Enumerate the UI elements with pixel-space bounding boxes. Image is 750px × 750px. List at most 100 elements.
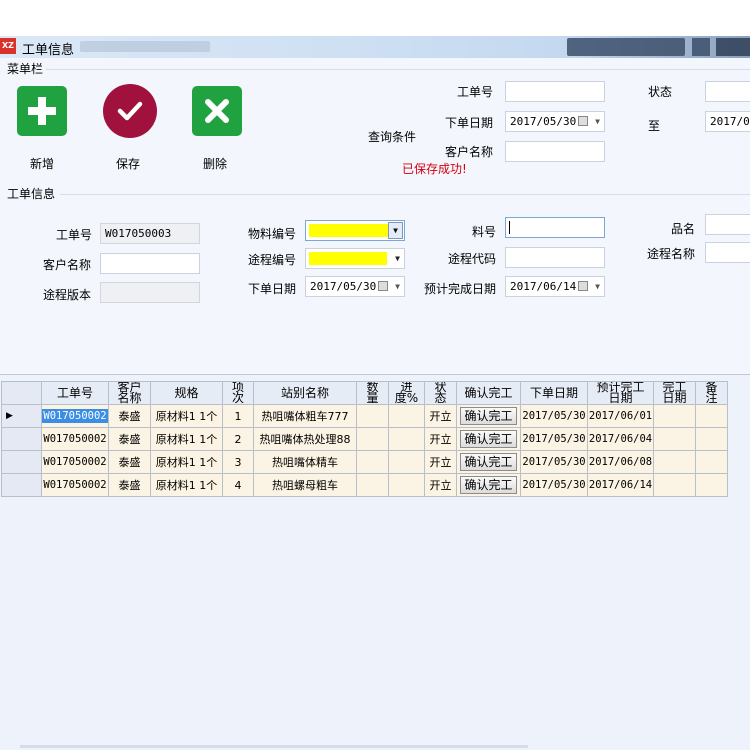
horizontal-scrollbar[interactable] (20, 745, 528, 748)
cell-qty[interactable] (356, 427, 389, 451)
query-customer-input[interactable] (505, 141, 605, 162)
save-button[interactable] (103, 84, 157, 138)
cell-qty[interactable] (356, 450, 389, 474)
info-customer-input[interactable] (100, 253, 200, 274)
window-titlebar[interactable]: XZ 工单信息 (0, 36, 750, 58)
table-row[interactable]: ▶ W017050002 泰盛 原材料1 1个 1 热咀嘴体粗车777 开立 确认完工 2017… (1, 404, 728, 428)
cell-station[interactable]: 热咀嘴体精车 (253, 450, 357, 474)
cell-action[interactable]: 确认完工 (456, 427, 521, 451)
column-header[interactable]: 备 注 (695, 381, 728, 405)
row-header[interactable] (1, 450, 42, 474)
row-header[interactable]: ▶ (1, 404, 42, 428)
cell-spec[interactable]: 原材料1 1个 (150, 427, 223, 451)
confirm-complete-button[interactable]: 确认完工 (460, 407, 517, 425)
column-header[interactable]: 规格 (150, 381, 223, 405)
chevron-down-icon[interactable]: ▼ (395, 249, 400, 268)
info-material-no-combo[interactable]: ▼ (305, 220, 405, 241)
cell-item[interactable]: 3 (222, 450, 254, 474)
cell-progress[interactable] (388, 404, 425, 428)
chevron-down-icon[interactable]: ▼ (595, 112, 600, 131)
column-header[interactable]: 完工 日期 (653, 381, 696, 405)
calendar-icon[interactable] (578, 281, 588, 291)
cell-spec[interactable]: 原材料1 1个 (150, 404, 223, 428)
cell-order-date[interactable]: 2017/05/30 (520, 450, 588, 474)
cell-progress[interactable] (388, 427, 425, 451)
cell-done-date[interactable] (653, 427, 696, 451)
cell-station[interactable]: 热咀嘴体粗车777 (253, 404, 357, 428)
cell-item[interactable]: 1 (222, 404, 254, 428)
table-row[interactable]: W017050002 泰盛 原材料1 1个 3 热咀嘴体精车 开立 确认完工 2017/05/… (1, 450, 728, 474)
query-order-no-input[interactable] (505, 81, 605, 102)
info-due-date-picker[interactable]: 2017/06/14 ▼ (505, 276, 605, 297)
chevron-down-icon[interactable]: ▼ (395, 277, 400, 296)
cell-order-no[interactable]: W017050002 (41, 450, 109, 474)
cell-order-no[interactable]: W017050002 (41, 404, 109, 428)
cell-due-date[interactable]: 2017/06/04 (587, 427, 654, 451)
cell-station[interactable]: 热咀螺母粗车 (253, 473, 357, 497)
chevron-down-icon[interactable]: ▼ (595, 277, 600, 296)
info-route-code-input[interactable] (505, 247, 605, 268)
delete-button[interactable] (192, 86, 242, 136)
cell-order-date[interactable]: 2017/05/30 (520, 427, 588, 451)
confirm-complete-button[interactable]: 确认完工 (460, 430, 517, 448)
table-row[interactable]: W017050002 泰盛 原材料1 1个 4 热咀螺母粗车 开立 确认完工 2017/05/… (1, 473, 728, 497)
cell-customer[interactable]: 泰盛 (108, 450, 151, 474)
add-button[interactable] (17, 86, 67, 136)
cell-action[interactable]: 确认完工 (456, 404, 521, 428)
cell-status[interactable]: 开立 (424, 473, 457, 497)
cell-spec[interactable]: 原材料1 1个 (150, 473, 223, 497)
cell-status[interactable]: 开立 (424, 404, 457, 428)
info-route-name-input[interactable] (705, 242, 750, 263)
cell-customer[interactable]: 泰盛 (108, 404, 151, 428)
cell-qty[interactable] (356, 473, 389, 497)
table-row[interactable]: W017050002 泰盛 原材料1 1个 2 热咀嘴体热处理88 开立 确认完工 2017/… (1, 427, 728, 451)
cell-order-no[interactable]: W017050002 (41, 473, 109, 497)
row-header[interactable] (1, 473, 42, 497)
column-header[interactable]: 站别名称 (253, 381, 357, 405)
cell-item[interactable]: 2 (222, 427, 254, 451)
column-header[interactable]: 工单号 (41, 381, 109, 405)
info-part-no-input[interactable] (505, 217, 605, 238)
row-header[interactable] (1, 427, 42, 451)
cell-action[interactable]: 确认完工 (456, 450, 521, 474)
calendar-icon[interactable] (378, 281, 388, 291)
cell-note[interactable] (695, 404, 728, 428)
cell-action[interactable]: 确认完工 (456, 473, 521, 497)
column-header[interactable]: 预计完工 日期 (587, 381, 654, 405)
cell-order-no[interactable]: W017050002 (41, 427, 109, 451)
calendar-icon[interactable] (578, 116, 588, 126)
cell-note[interactable] (695, 473, 728, 497)
column-header[interactable]: 下单日期 (520, 381, 588, 405)
cell-station[interactable]: 热咀嘴体热处理88 (253, 427, 357, 451)
cell-order-date[interactable]: 2017/05/30 (520, 473, 588, 497)
cell-done-date[interactable] (653, 473, 696, 497)
cell-spec[interactable]: 原材料1 1个 (150, 450, 223, 474)
cell-status[interactable]: 开立 (424, 450, 457, 474)
column-header[interactable]: 数 量 (356, 381, 389, 405)
column-header[interactable]: 项 次 (222, 381, 254, 405)
confirm-complete-button[interactable]: 确认完工 (460, 476, 517, 494)
cell-progress[interactable] (388, 450, 425, 474)
column-header[interactable]: 客户 名称 (108, 381, 151, 405)
info-route-no-combo[interactable]: ▼ (305, 248, 405, 269)
cell-order-date[interactable]: 2017/05/30 (520, 404, 588, 428)
query-order-date-picker[interactable]: 2017/05/30 ▼ (505, 111, 605, 132)
cell-item[interactable]: 4 (222, 473, 254, 497)
chevron-down-icon[interactable]: ▼ (388, 222, 403, 239)
cell-qty[interactable] (356, 404, 389, 428)
cell-status[interactable]: 开立 (424, 427, 457, 451)
info-order-date-picker[interactable]: 2017/05/30 ▼ (305, 276, 405, 297)
cell-progress[interactable] (388, 473, 425, 497)
cell-done-date[interactable] (653, 450, 696, 474)
cell-due-date[interactable]: 2017/06/14 (587, 473, 654, 497)
column-header[interactable]: 状 态 (424, 381, 457, 405)
cell-customer[interactable]: 泰盛 (108, 427, 151, 451)
confirm-complete-button[interactable]: 确认完工 (460, 453, 517, 471)
column-header[interactable]: 进 度% (388, 381, 425, 405)
query-to-date-picker[interactable]: 2017/05/ (705, 111, 750, 132)
cell-note[interactable] (695, 427, 728, 451)
info-product-name-input[interactable] (705, 214, 750, 235)
cell-customer[interactable]: 泰盛 (108, 473, 151, 497)
cell-note[interactable] (695, 450, 728, 474)
cell-due-date[interactable]: 2017/06/08 (587, 450, 654, 474)
